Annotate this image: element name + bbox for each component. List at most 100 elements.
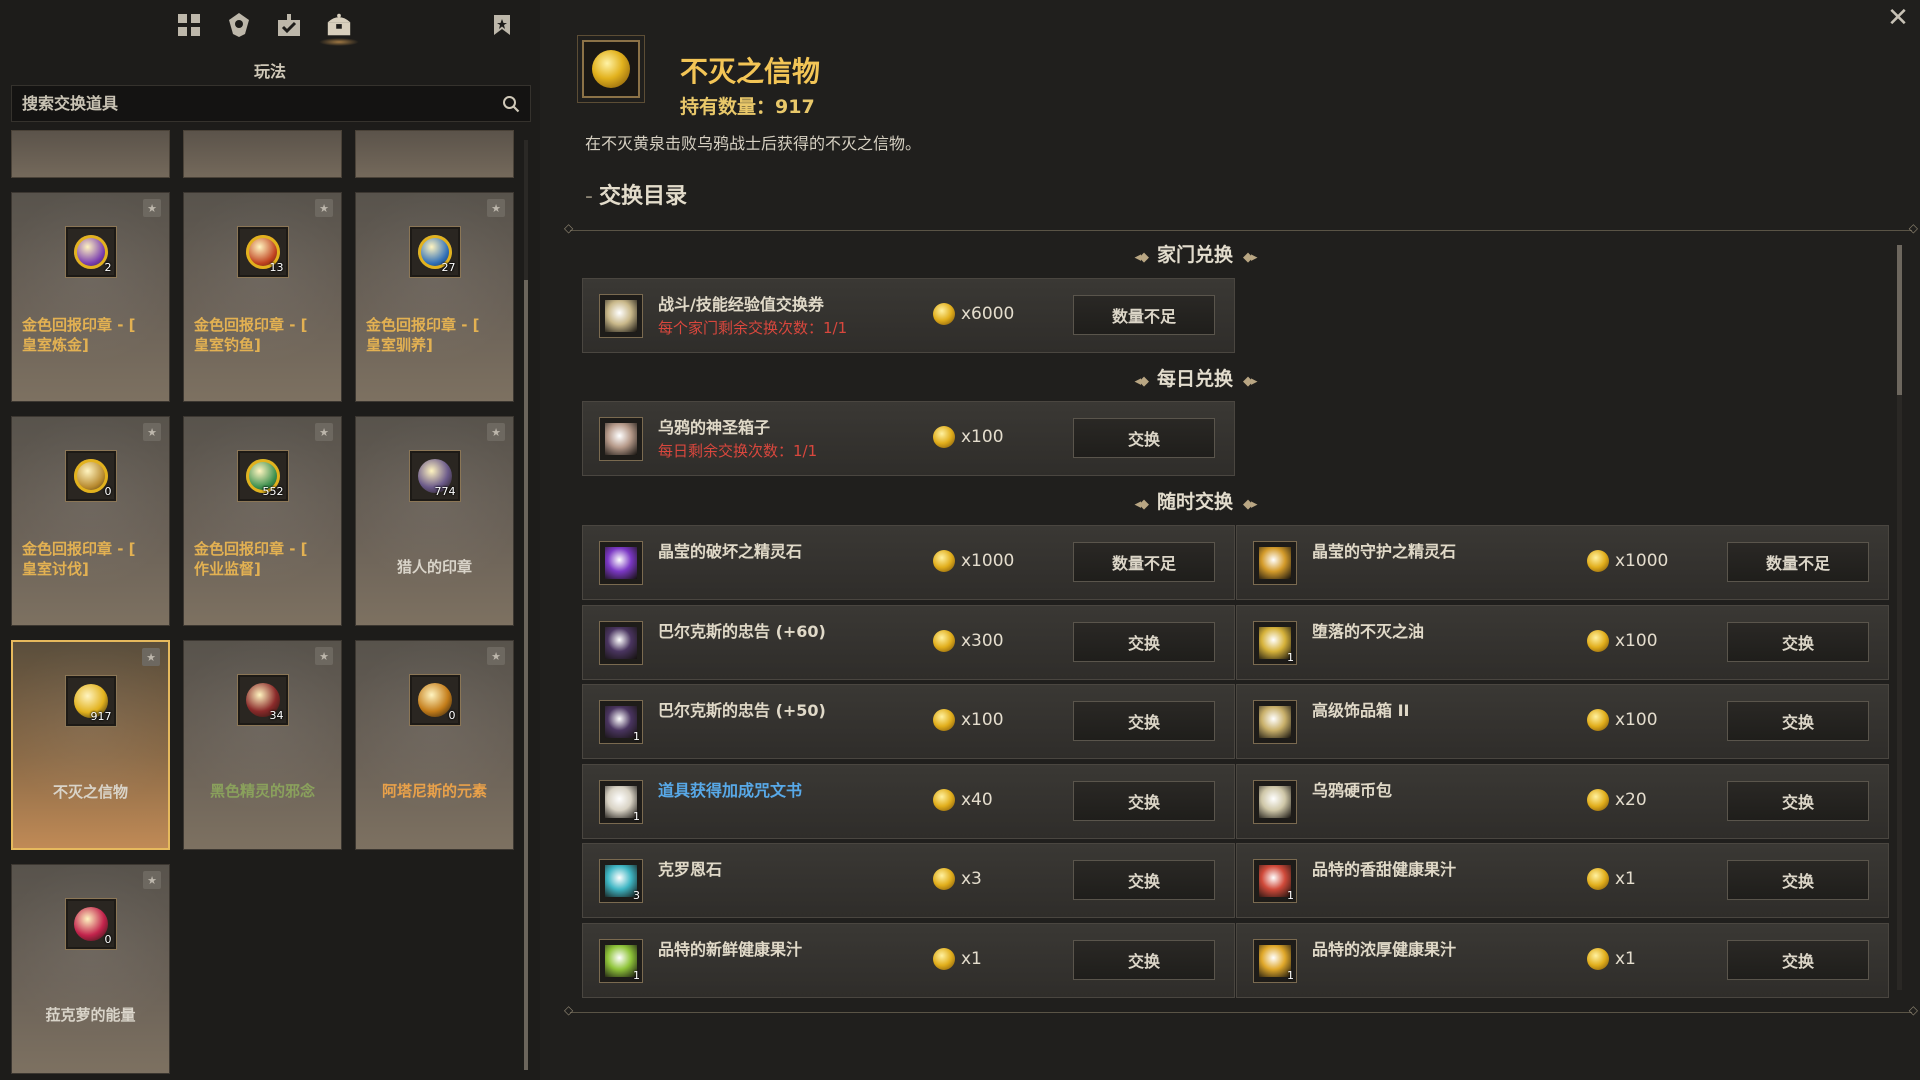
reward-item-glyph (605, 626, 637, 659)
exchange-button[interactable]: 数量不足 (1073, 542, 1215, 582)
reward-item-icon[interactable] (1253, 779, 1297, 824)
exchange-button[interactable]: 交换 (1073, 418, 1215, 458)
favorite-star-icon[interactable]: ★ (315, 647, 333, 665)
reward-item-icon[interactable]: 1 (599, 700, 643, 744)
item-card[interactable]: ★ 0 菈克萝的能量 (11, 864, 170, 1074)
exchange-button[interactable]: 交换 (1727, 780, 1869, 821)
partial-card[interactable] (11, 130, 170, 178)
exchange-button[interactable]: 交换 (1073, 939, 1215, 980)
exchange-row: 战斗/技能经验值交换券 每个家门剩余交换次数：1/1 x6000 数量不足 (582, 278, 1235, 353)
gift-check-icon[interactable] (275, 10, 303, 40)
item-card[interactable]: ★ 0 金色回报印章 - [ 皇室讨伐] (11, 416, 170, 626)
category-daily: ◂◆ 每日兑换 ◆▸ (1134, 368, 1257, 390)
badge-icon[interactable] (225, 10, 253, 40)
exchange-button[interactable]: 交换 (1727, 939, 1869, 980)
reward-item-glyph (605, 547, 637, 579)
exchange-button[interactable]: 交换 (1727, 621, 1869, 662)
item-card[interactable]: ★ 27 金色回报印章 - [ 皇室驯养] (355, 192, 514, 402)
exchange-button[interactable]: 交换 (1073, 780, 1215, 821)
exchange-item-grid: ★ 2 金色回报印章 - [ 皇室炼金] ★ 13 金色回报印章 - [ 皇室钓… (11, 130, 519, 1080)
item-count: 持有数量：917 (680, 96, 815, 118)
search-input[interactable] (12, 86, 530, 121)
favorite-star-icon[interactable]: ★ (142, 648, 160, 666)
favorite-star-icon[interactable]: ★ (487, 199, 505, 217)
exchange-row: 晶莹的守护之精灵石 x1000 数量不足 (1236, 525, 1889, 600)
favorite-star-icon[interactable]: ★ (315, 423, 333, 441)
item-card[interactable]: ★ 0 阿塔尼斯的元素 (355, 640, 514, 850)
price: x100 (1587, 629, 1658, 652)
item-card[interactable]: ★ 2 金色回报印章 - [ 皇室炼金] (11, 192, 170, 402)
exchange-button[interactable]: 交换 (1073, 860, 1215, 900)
exchange-row: 高级饰品箱 II x100 交换 (1236, 684, 1889, 759)
treasure-chest-icon[interactable] (319, 10, 359, 46)
item-card-name: 黑色精灵的邪念 (209, 782, 315, 800)
exchange-button[interactable]: 交换 (1073, 701, 1215, 741)
item-card-name: 不灭之信物 (52, 783, 128, 801)
favorite-star-icon[interactable]: ★ (315, 199, 333, 217)
reward-item-icon[interactable] (1253, 700, 1297, 744)
reward-item-icon[interactable] (599, 417, 643, 461)
exchange-button[interactable]: 数量不足 (1073, 295, 1215, 335)
left-scrollbar[interactable] (524, 140, 528, 1070)
partial-card[interactable] (183, 130, 342, 178)
exchange-button[interactable]: 数量不足 (1727, 542, 1869, 582)
price-value: x300 (961, 630, 1004, 651)
right-scrollbar-thumb[interactable] (1897, 245, 1902, 395)
item-glyph (73, 907, 108, 941)
reward-item-name: 晶莹的守护之精灵石 (1312, 542, 1457, 561)
reward-item-icon[interactable] (1253, 541, 1297, 585)
reward-item-icon[interactable]: 1 (599, 779, 643, 824)
reward-item-glyph (1259, 785, 1291, 818)
left-scrollbar-thumb[interactable] (524, 280, 528, 1070)
reward-item-icon[interactable] (599, 541, 643, 585)
exchange-button[interactable]: 交换 (1727, 701, 1869, 741)
price-value: x100 (1615, 630, 1658, 651)
reward-item-icon[interactable] (599, 620, 643, 665)
reward-item-name: 巴尔克斯的忠告 (+50) (658, 701, 826, 720)
reward-item-icon[interactable]: 1 (1253, 859, 1297, 903)
reward-item-icon[interactable]: 1 (1253, 938, 1297, 983)
item-card[interactable]: ★ 34 黑色精灵的邪念 (183, 640, 342, 850)
item-card[interactable]: ★ 13 金色回报印章 - [ 皇室钓鱼] (183, 192, 342, 402)
coin-icon (1587, 550, 1609, 572)
price: x1 (933, 947, 982, 970)
exchange-row: 1 品特的浓厚健康果汁 x1 交换 (1236, 922, 1889, 998)
reward-item-icon[interactable] (599, 294, 643, 338)
partial-card[interactable] (355, 130, 514, 178)
favorite-star-icon[interactable]: ★ (143, 423, 161, 441)
reward-item-icon[interactable]: 1 (1253, 620, 1297, 665)
price-value: x1000 (961, 551, 1015, 571)
price: x1 (1587, 868, 1636, 890)
price: x100 (1587, 709, 1658, 731)
bookmark-icon[interactable] (493, 14, 511, 40)
reward-item-name: 巴尔克斯的忠告 (+60) (658, 621, 826, 641)
reward-qty: 1 (633, 730, 640, 743)
category-family: ◂◆ 家门兑换 ◆▸ (1134, 244, 1257, 266)
favorite-star-icon[interactable]: ★ (487, 423, 505, 441)
item-icon: 552 (237, 451, 288, 501)
price-value: x100 (961, 710, 1004, 730)
search-box[interactable] (11, 85, 531, 122)
item-card[interactable]: ★ 917 不灭之信物 (11, 640, 170, 850)
search-icon[interactable] (502, 95, 520, 117)
reward-item-icon[interactable]: 1 (599, 938, 643, 983)
favorite-star-icon[interactable]: ★ (143, 871, 161, 889)
favorite-star-icon[interactable]: ★ (143, 199, 161, 217)
item-card[interactable]: ★ 552 金色回报印章 - [ 作业监督] (183, 416, 342, 626)
price: x1 (1587, 947, 1636, 970)
close-button[interactable]: ✕ (1884, 4, 1912, 32)
section-title: - 交换目录 (585, 184, 687, 209)
item-count-badge: 917 (90, 710, 112, 723)
item-description: 在不灭黄泉击败乌鸦战士后获得的不灭之信物。 (585, 134, 922, 153)
mode-label: 玩法 (253, 62, 286, 81)
item-title: 不灭之信物 (680, 55, 821, 88)
right-scrollbar[interactable] (1897, 245, 1902, 990)
favorite-star-icon[interactable]: ★ (487, 647, 505, 665)
item-card[interactable]: ★ 774 猎人的印章 (355, 416, 514, 626)
grid-icon[interactable] (175, 10, 203, 40)
reward-item-icon[interactable]: 3 (599, 859, 643, 903)
reward-item-name: 乌鸦的神圣箱子 (658, 418, 771, 437)
exchange-button[interactable]: 交换 (1073, 621, 1215, 662)
exchange-button[interactable]: 交换 (1727, 860, 1869, 900)
coin-icon (933, 550, 955, 572)
